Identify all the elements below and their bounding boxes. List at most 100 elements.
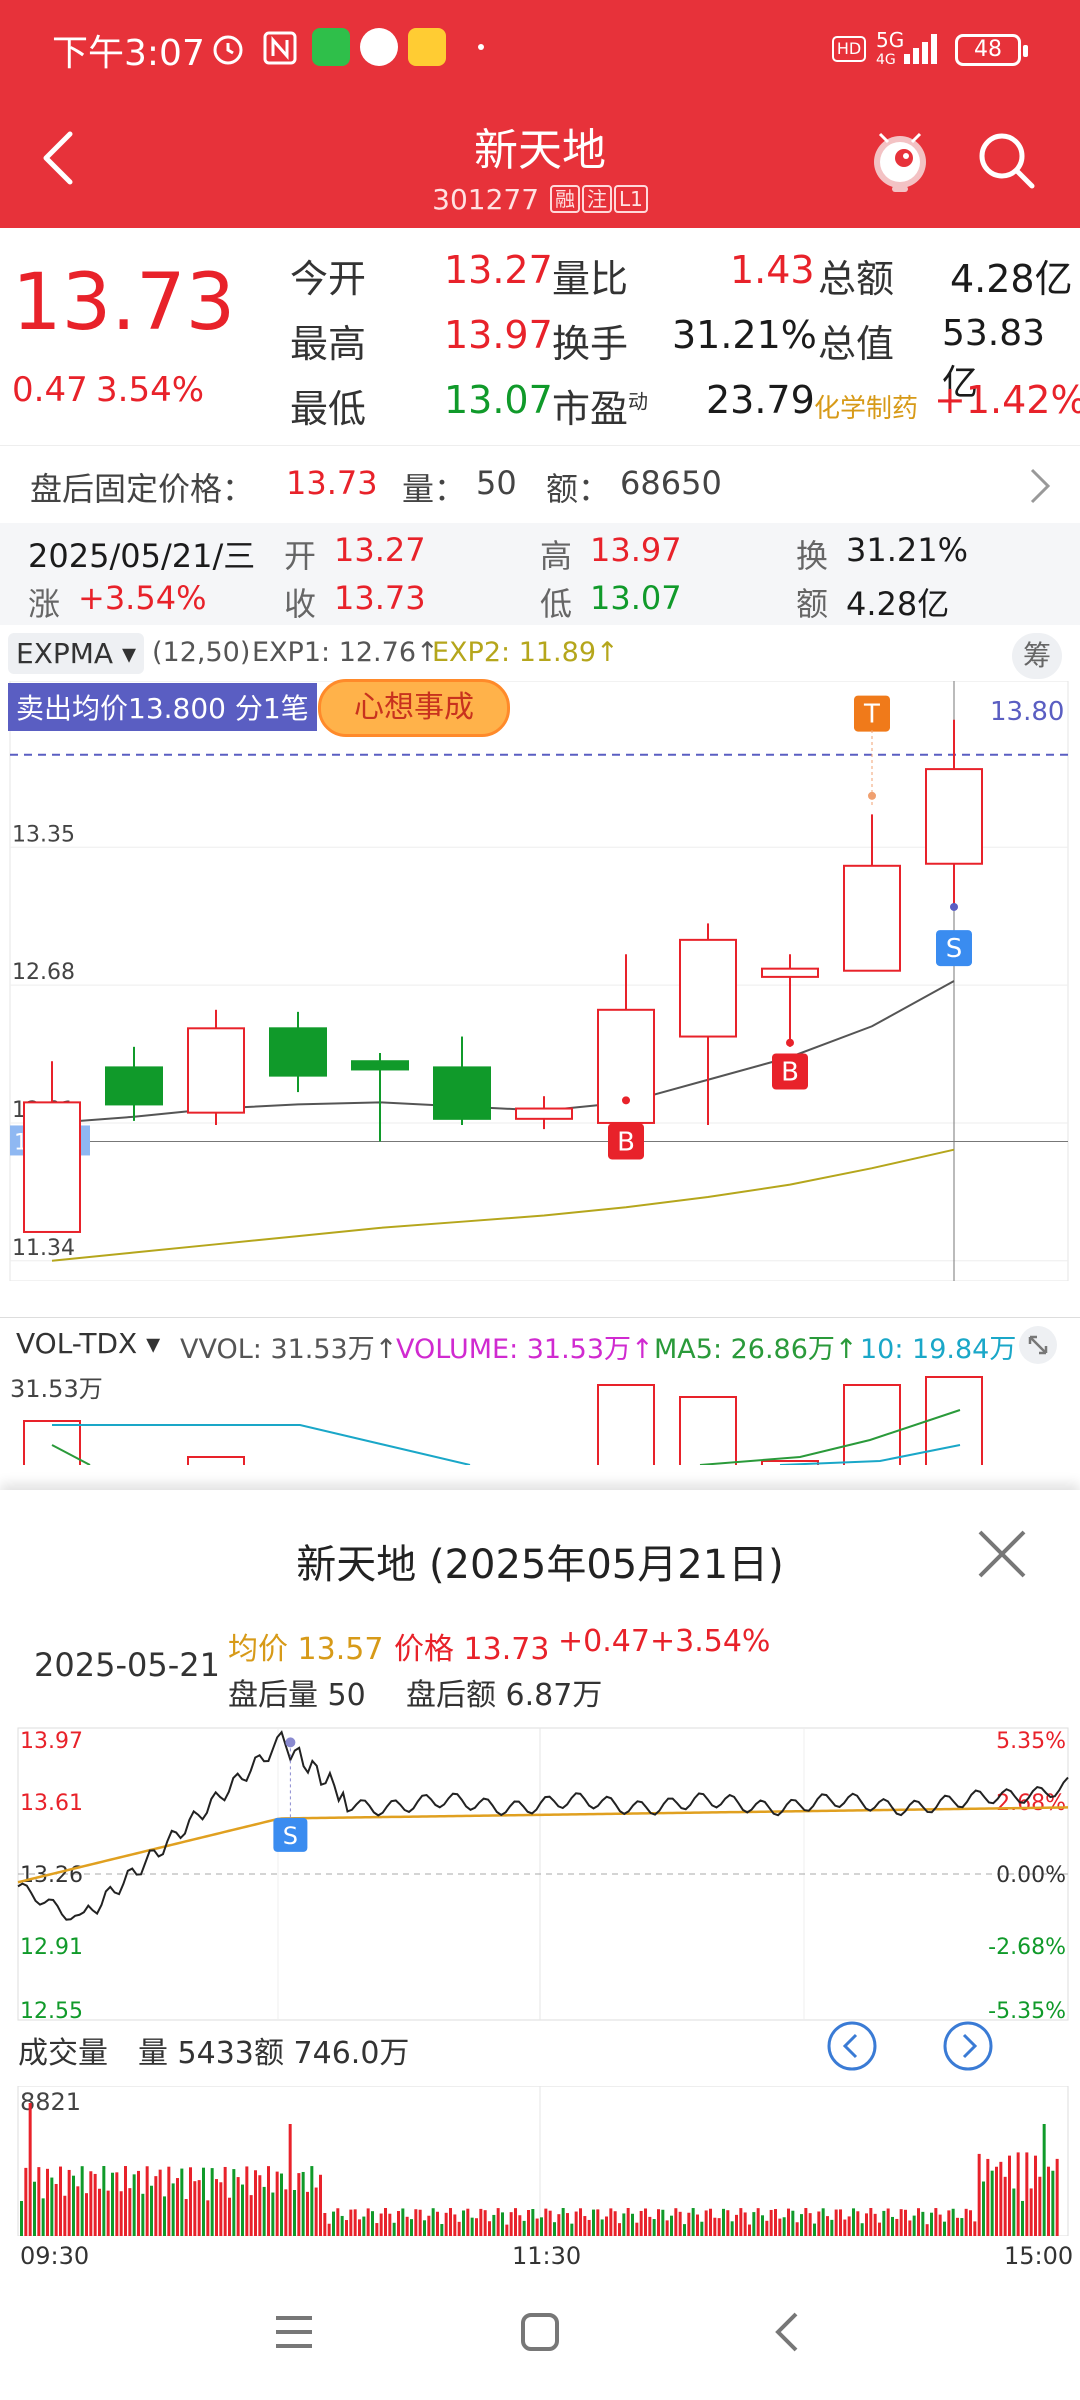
ivol-bar [934, 2208, 938, 2236]
y-tick-label: 11.34 [12, 1236, 75, 1261]
ivol-bar [197, 2180, 201, 2236]
ivol-bar [275, 2171, 279, 2236]
ivol-bar [830, 2219, 834, 2236]
price-change: 0.47 [12, 370, 88, 410]
ivol-bar [362, 2216, 366, 2236]
ivol-bar [336, 2208, 340, 2236]
ivol-bar [839, 2209, 842, 2236]
prev-day-icon[interactable] [826, 2020, 878, 2072]
ivol-bar [973, 2221, 977, 2236]
candle-body [433, 1066, 491, 1120]
intraday-sheet[interactable]: 新天地 (2025年05月21日) 2025-05-21 均价 13.57 价格… [0, 1490, 1080, 2400]
info-open-label: 开 [284, 537, 317, 575]
ivol-bar [483, 2210, 487, 2236]
robot-icon[interactable] [868, 124, 932, 196]
chip-distribution-button[interactable]: 筹 [1012, 633, 1062, 679]
ma10-value: 10: 19.84万↑ [860, 1334, 1039, 1365]
ivol-bar [531, 2209, 535, 2236]
ivol-bar [470, 2217, 474, 2236]
after-hours-price: 13.73 [286, 464, 378, 502]
vol-ma5-line-right [699, 1409, 961, 1465]
ivol-bar [436, 2211, 439, 2236]
sector-name[interactable]: 化学制药 [814, 388, 918, 425]
ivol-bar [739, 2208, 743, 2236]
next-day-icon[interactable] [942, 2020, 994, 2072]
search-icon[interactable] [976, 130, 1038, 192]
ivol-bar [488, 2221, 491, 2236]
marker-b2: B [617, 1127, 635, 1157]
ivol-bar [843, 2219, 847, 2236]
ivol-bar [271, 2192, 275, 2236]
ivol-bar [995, 2166, 998, 2236]
tag-margin: 融 [549, 185, 580, 213]
ivol-bar [210, 2168, 214, 2236]
volume-bar [843, 1384, 901, 1465]
marker-b1-dot [786, 1038, 794, 1047]
info-turn: 31.21% [846, 531, 969, 569]
ivol-bar [696, 2214, 699, 2236]
sheet-title: 新天地 (2025年05月21日) [296, 1542, 784, 1588]
ivol-bar [869, 2208, 873, 2236]
ivol-bar [462, 2210, 465, 2236]
volume-indicator-select[interactable]: VOL-TDX ▾ [8, 1323, 169, 1364]
ivol-bar [232, 2169, 236, 2236]
ivol-bar [527, 2210, 530, 2236]
ivol-bar [193, 2181, 197, 2236]
ivol-bar [882, 2210, 886, 2236]
ivol-bar [752, 2212, 756, 2236]
ivol-bar [258, 2175, 262, 2236]
ivol-bar [544, 2208, 548, 2236]
stock-code: 301277 [432, 183, 540, 216]
close-icon[interactable] [974, 1526, 1030, 1582]
ivol-bar [449, 2208, 452, 2236]
volume-bar [23, 1420, 81, 1465]
after-hours-amt-label: 额： [546, 470, 611, 508]
label-high: 最高 [290, 322, 367, 366]
home-icon[interactable] [518, 2310, 562, 2354]
ivol-bar [427, 2215, 431, 2236]
ivol-bar [986, 2158, 990, 2236]
volume-value: VOLUME: 31.53万↑ [396, 1334, 654, 1365]
sheet-ah-amt: 盘后额 6.87万 [406, 1678, 603, 1713]
sheet-vol: 量 5433 [138, 2036, 254, 2071]
ivol-bar [379, 2213, 383, 2236]
back-nav-icon[interactable] [766, 2310, 810, 2354]
candle-body [23, 1101, 81, 1233]
ivol-bar [401, 2208, 405, 2236]
sector-change[interactable]: +1.42% [934, 378, 1080, 422]
price-change-pct: 3.54% [96, 370, 205, 410]
ivol-bar [609, 2208, 613, 2236]
sheet-pct: +3.54% [650, 1624, 771, 1659]
ivol-bar [808, 2213, 812, 2236]
ivol-bar [999, 2161, 1003, 2236]
ivol-bar [80, 2166, 84, 2236]
intraday-chart: 13.97 5.35%13.61 2.68%13.26 0.00%12.91 -2.68… [17, 1727, 1069, 2024]
ivol-bar [158, 2169, 162, 2236]
ivol-bar [605, 2216, 608, 2236]
ivol-bar [33, 2181, 36, 2236]
after-hours-row[interactable]: 盘后固定价格： 13.73 量： 50 额： 68650 [0, 445, 1080, 525]
ivol-bar [475, 2218, 478, 2236]
ivol-bar [85, 2193, 88, 2236]
sheet-vol-title: 成交量 [18, 2036, 108, 2071]
intraday-volume-chart [17, 2086, 1069, 2236]
ivol-bar [63, 2195, 67, 2236]
menu-icon[interactable] [272, 2310, 316, 2354]
ivol-bar [124, 2166, 127, 2236]
indicator-params: (12,50) [152, 637, 251, 668]
ivol-bar [189, 2167, 192, 2236]
ivol-bar [509, 2212, 513, 2236]
ivol-bar [284, 2189, 288, 2236]
ivol-bar [618, 2223, 621, 2236]
vol-ma10-line [52, 1424, 471, 1465]
ivol-bar [76, 2186, 80, 2236]
ivol-bar [657, 2209, 660, 2236]
ivol-bar [1029, 2188, 1033, 2236]
ivol-bar [856, 2211, 860, 2236]
ivol-bar [440, 2224, 444, 2236]
kline-panel[interactable]: EXPMA ▾ (12,50) EXP1: 12.76↑ EXP2: 11.89… [0, 625, 1080, 1485]
indicator-select[interactable]: EXPMA ▾ [8, 633, 145, 674]
expand-icon[interactable] [1018, 1325, 1058, 1365]
ivol-bar [457, 2221, 461, 2236]
ivol-bar [345, 2220, 348, 2236]
